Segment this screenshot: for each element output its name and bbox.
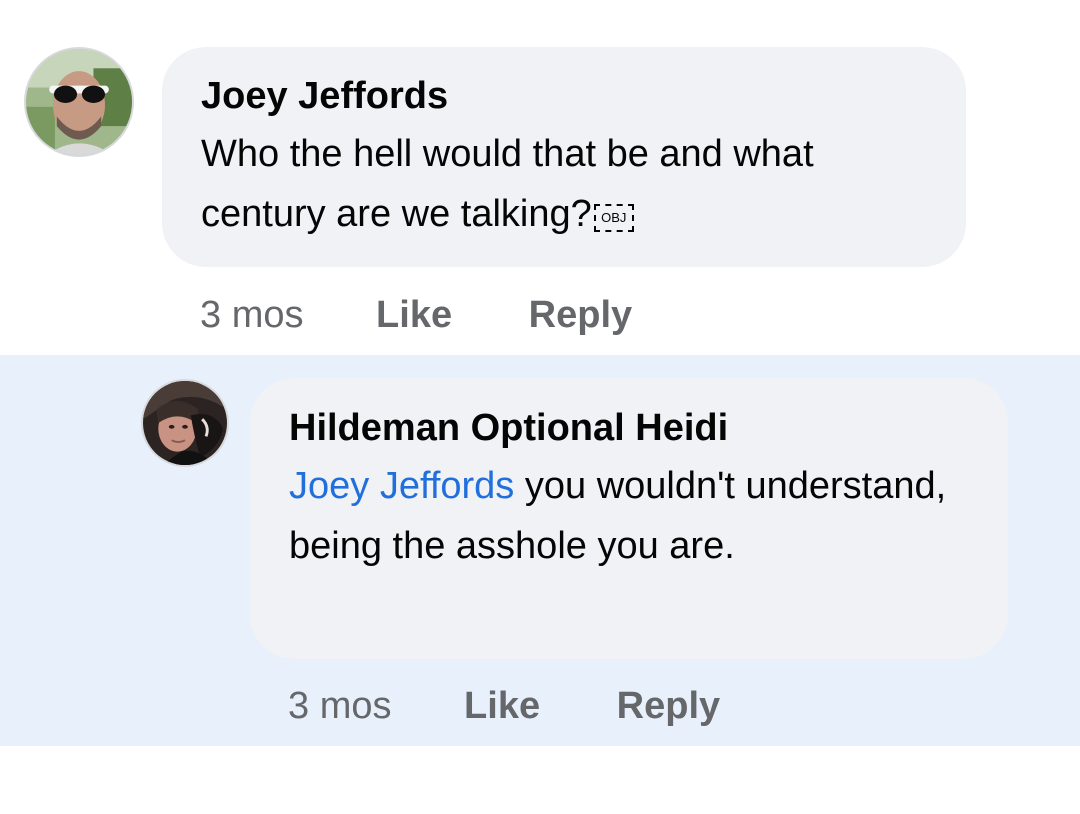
like-button[interactable]: Like xyxy=(376,292,452,338)
like-button[interactable]: Like xyxy=(464,683,540,729)
reply-author[interactable]: Hildeman Optional Heidi xyxy=(289,405,970,451)
comment-text: Who the hell would that be and what cent… xyxy=(201,124,926,244)
reply-text: Joey Jeffords you wouldn't understand, b… xyxy=(289,456,970,576)
profile-photo-icon xyxy=(143,381,227,465)
mention-link[interactable]: Joey Jeffords xyxy=(289,465,514,507)
reply-actions: 3 mos Like Reply xyxy=(288,683,720,729)
comment-timestamp[interactable]: 3 mos xyxy=(200,292,303,338)
comment-bubble: Joey Jeffords Who the hell would that be… xyxy=(162,47,966,267)
reply-button[interactable]: Reply xyxy=(529,292,632,338)
reply-avatar[interactable] xyxy=(141,379,229,467)
reply-bubble: Hildeman Optional Heidi Joey Jeffords yo… xyxy=(250,378,1008,659)
reply-timestamp[interactable]: 3 mos xyxy=(288,683,391,729)
comment-author[interactable]: Joey Jeffords xyxy=(201,73,926,119)
object-placeholder-icon: OBJ xyxy=(593,204,634,232)
comment-text-content: Who the hell would that be and what cent… xyxy=(201,133,814,235)
comment-actions: 3 mos Like Reply xyxy=(200,292,632,338)
profile-photo-icon xyxy=(26,49,132,155)
reply-button[interactable]: Reply xyxy=(617,683,720,729)
commenter-avatar[interactable] xyxy=(24,47,134,157)
